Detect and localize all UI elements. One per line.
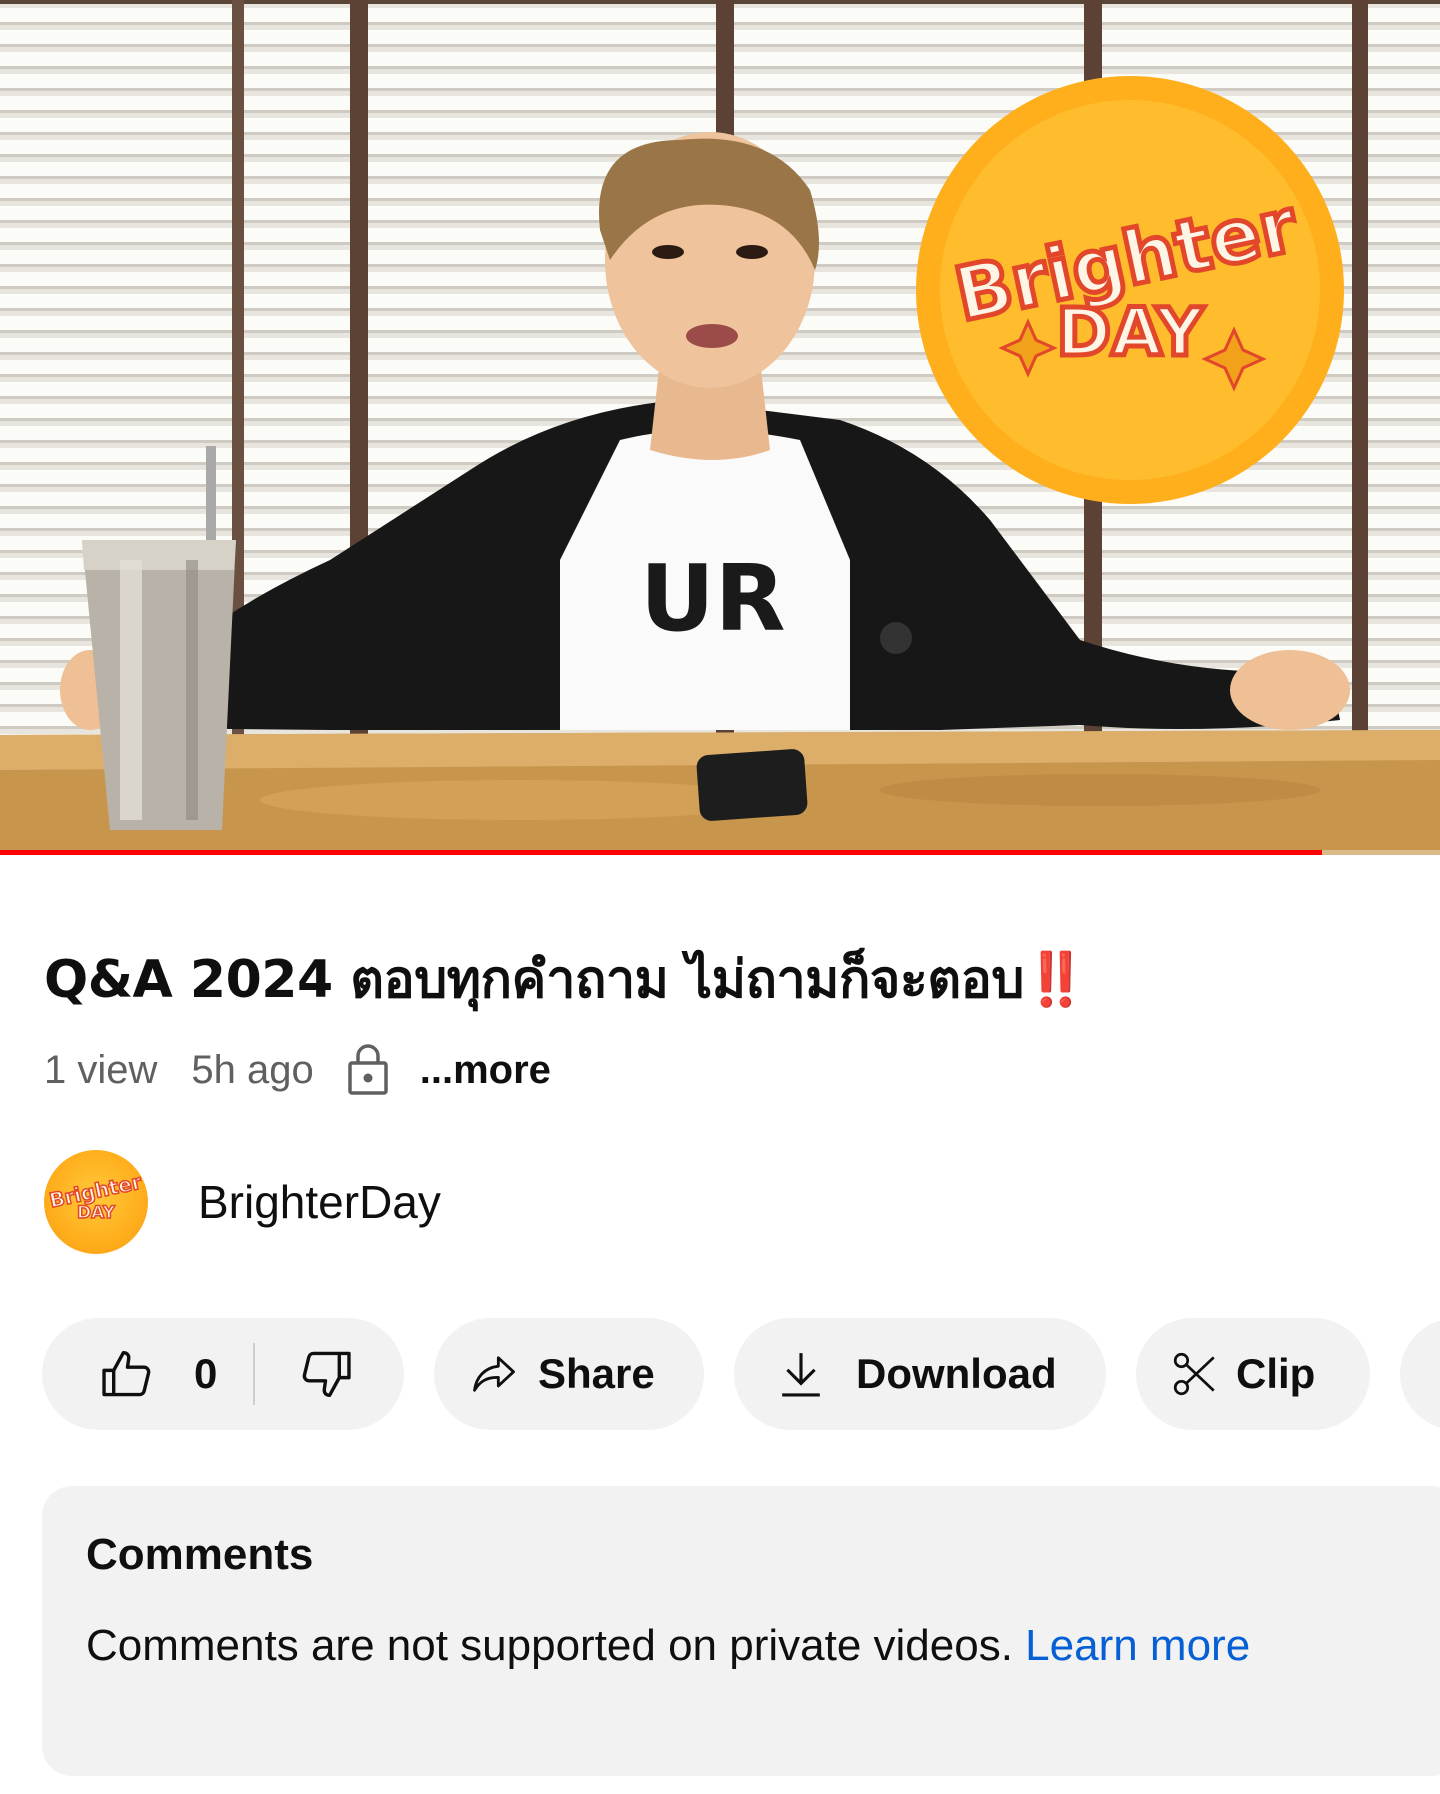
- channel-logo: Brighter DAY: [46, 1169, 144, 1224]
- comments-panel[interactable]: Comments Comments are not supported on p…: [42, 1486, 1440, 1776]
- window-frame-bar: [1352, 0, 1368, 740]
- clip-label: Clip: [1236, 1350, 1316, 1397]
- action-bar: 0 Share Download Clip: [42, 1318, 1440, 1430]
- video-progress-bar[interactable]: [0, 850, 1440, 855]
- like-button[interactable]: 0: [42, 1318, 217, 1430]
- video-player[interactable]: UR Brighter DAY: [0, 0, 1440, 855]
- svg-text:DAY: DAY: [1056, 294, 1205, 371]
- video-title[interactable]: Q&A 2024 ตอบทุกคำถาม ไม่ถามก็จะตอบ‼️: [44, 944, 1414, 1016]
- share-arrow-icon: [473, 1356, 515, 1392]
- share-label: Share: [538, 1350, 655, 1397]
- double-exclamation-emoji: ‼️: [1023, 950, 1089, 1010]
- share-button[interactable]: Share: [434, 1318, 704, 1430]
- like-dislike-pill: 0: [42, 1318, 404, 1430]
- more-description-link[interactable]: ...more: [420, 1048, 551, 1093]
- download-icon: [782, 1353, 820, 1397]
- video-title-text: Q&A 2024 ตอบทุกคำถาม ไม่ถามก็จะตอบ: [44, 950, 1024, 1010]
- video-details-sheet: Q&A 2024 ตอบทุกคำถาม ไม่ถามก็จะตอบ‼️ 1 v…: [0, 856, 1440, 1794]
- learn-more-link[interactable]: Learn more: [1025, 1621, 1250, 1670]
- video-progress-fill: [0, 850, 1322, 855]
- shirt-print: UR: [640, 545, 786, 652]
- download-button[interactable]: Download: [734, 1318, 1106, 1430]
- clip-button[interactable]: Clip: [1136, 1318, 1370, 1430]
- phone-on-table: [696, 749, 808, 821]
- channel-name[interactable]: BrighterDay: [198, 1175, 441, 1229]
- upload-age: 5h ago: [191, 1047, 314, 1092]
- thumbs-down-icon: [303, 1351, 352, 1397]
- svg-text:DAY: DAY: [77, 1203, 116, 1223]
- comments-message-text: Comments are not supported on private vi…: [86, 1621, 1026, 1670]
- comments-disabled-message: Comments are not supported on private vi…: [86, 1614, 1376, 1678]
- thumbs-up-icon: [102, 1351, 151, 1397]
- dislike-button[interactable]: [255, 1318, 355, 1430]
- like-count: 0: [194, 1350, 218, 1397]
- scissors-icon: [1173, 1352, 1215, 1396]
- brighter-day-logo-overlay: Brighter DAY: [916, 76, 1344, 504]
- video-frame: UR Brighter DAY: [0, 0, 1440, 855]
- more-actions-button[interactable]: [1400, 1318, 1440, 1430]
- video-metadata-row[interactable]: 1 view 5h ago ...more: [44, 1040, 551, 1100]
- video-watch-page: UR Brighter DAY Q&A 2024 ตอบทุกคำถาม ไม่…: [0, 0, 1440, 1794]
- view-count: 1 view: [44, 1047, 158, 1092]
- lock-icon: [347, 1044, 388, 1095]
- comments-heading: Comments: [86, 1530, 314, 1579]
- channel-row[interactable]: Brighter DAY BrighterDay: [44, 1150, 441, 1254]
- download-label: Download: [856, 1350, 1057, 1397]
- channel-avatar[interactable]: Brighter DAY: [44, 1150, 148, 1254]
